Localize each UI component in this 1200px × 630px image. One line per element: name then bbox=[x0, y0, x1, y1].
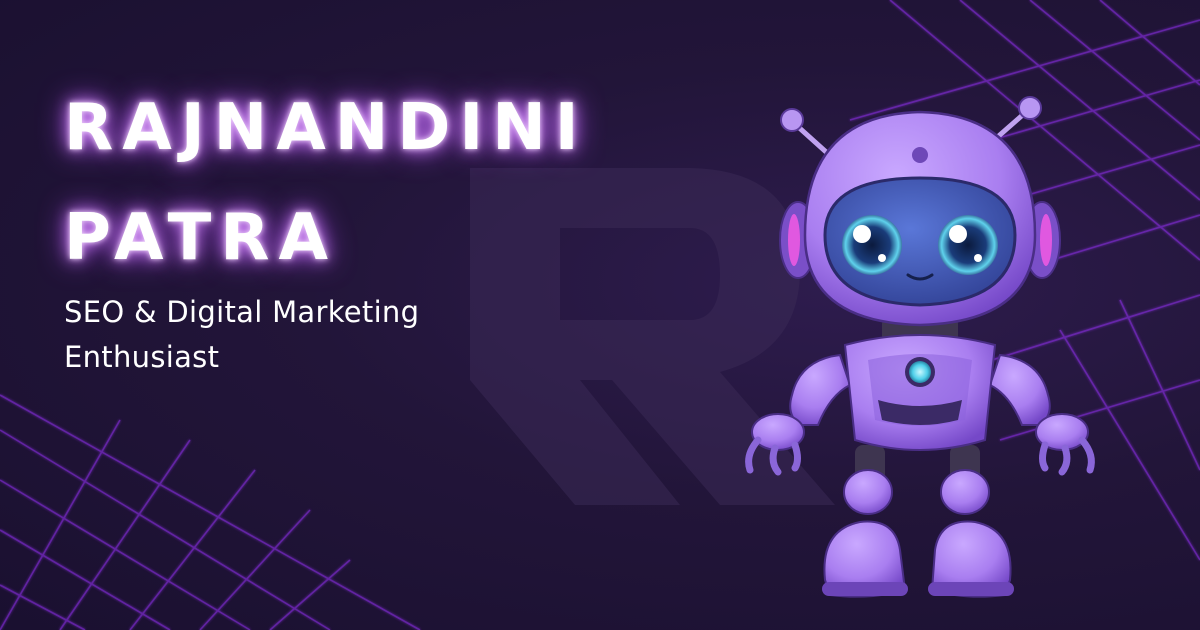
hero-banner: RAJNANDINI PATRA SEO & Digital Marketing… bbox=[0, 0, 1200, 630]
robot-torso bbox=[843, 318, 997, 451]
robot-legs bbox=[822, 445, 1014, 598]
robot-head bbox=[779, 110, 1061, 327]
robot-mascot-icon bbox=[745, 96, 1095, 598]
